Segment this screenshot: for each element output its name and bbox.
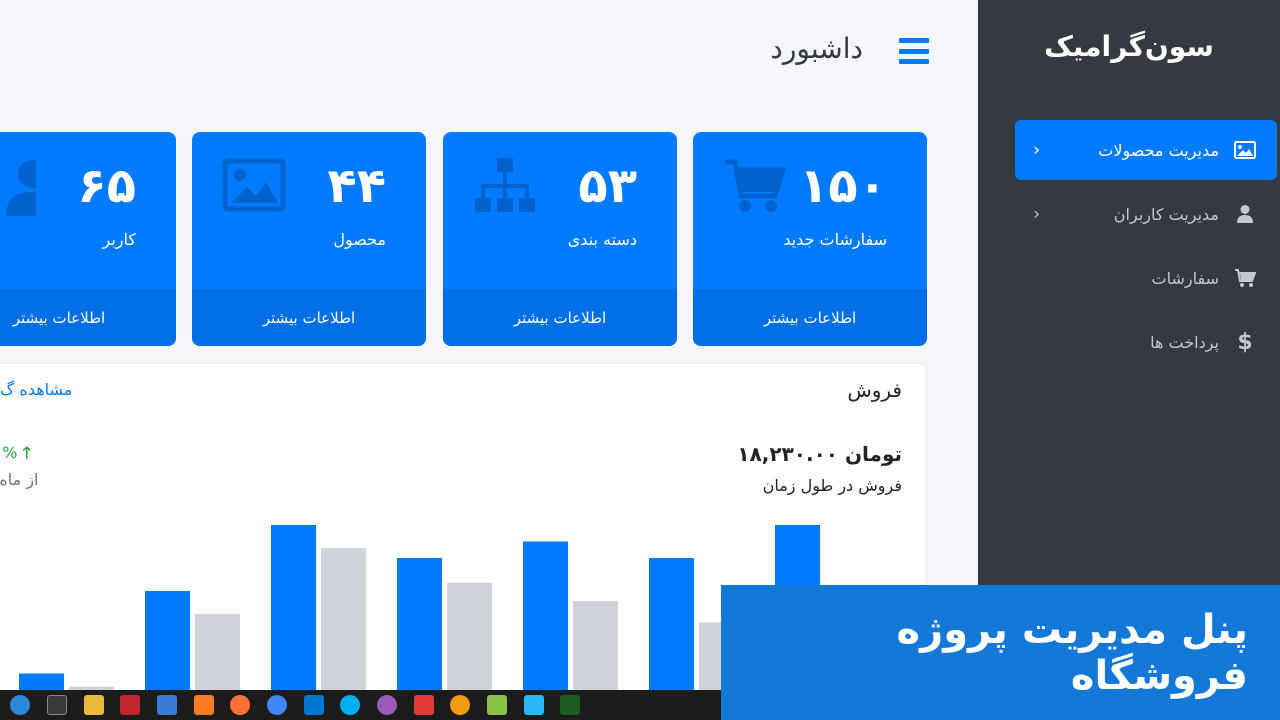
dollar-icon: $ (1237, 329, 1253, 355)
chart-bar (649, 558, 694, 690)
app-icon[interactable] (377, 695, 397, 715)
taskbar (0, 690, 721, 720)
chart-bar (321, 548, 366, 690)
chart-bar (271, 525, 316, 690)
hamburger-menu-icon[interactable] (899, 38, 929, 64)
terminal-icon[interactable] (47, 695, 67, 715)
chevron-left-icon: ‹ (1033, 203, 1041, 225)
chrome-icon[interactable] (267, 695, 287, 715)
stat-label: کاربر (102, 230, 137, 249)
user-icon (6, 160, 36, 216)
sidebar-item-users[interactable]: مدیریت کاربران ‹ (1015, 184, 1277, 244)
stat-box-categories: ۵۳ دسته بندی اطلاعات بیشتر (443, 132, 677, 346)
notepad-icon[interactable] (487, 695, 507, 715)
chart-bar (397, 558, 442, 690)
cart-icon (1233, 266, 1257, 290)
app-icon[interactable] (524, 695, 544, 715)
stat-label: دسته بندی (567, 230, 637, 249)
chart-bar (195, 614, 240, 690)
app-icon[interactable] (560, 695, 580, 715)
image-icon (222, 158, 286, 212)
stat-box-products: ۴۴ محصول اطلاعات بیشتر (192, 132, 426, 346)
folder-icon[interactable] (84, 695, 104, 715)
chart-bar (523, 541, 568, 690)
sidebar-item-payments[interactable]: $ پرداخت ها (1015, 312, 1277, 372)
more-info-link[interactable]: اطلاعات بیشتر (443, 289, 677, 346)
chevron-left-icon: ‹ (1033, 139, 1041, 161)
app-icon[interactable] (414, 695, 434, 715)
sidebar-item-products[interactable]: مدیریت محصولات ‹ (1015, 120, 1277, 180)
cart-icon (725, 159, 787, 212)
xampp-icon[interactable] (194, 695, 214, 715)
todo-icon[interactable] (157, 695, 177, 715)
sidebar-item-label: سفارشات (1151, 268, 1219, 288)
filezilla-icon[interactable] (120, 695, 140, 715)
stat-value: ۶۵ (77, 158, 136, 214)
stat-box-new-orders: ۱۵۰ سفارشات جدید اطلاعات بیشتر (693, 132, 927, 346)
promo-banner: پنل مدیریت پروژه فروشگاه (721, 585, 1280, 720)
sidebar-item-label: پرداخت ها (1150, 332, 1219, 352)
firefox-icon[interactable] (230, 695, 250, 715)
image-icon (1233, 138, 1257, 162)
user-icon (1233, 202, 1257, 226)
stat-value: ۱۵۰ (799, 158, 887, 214)
more-info-link[interactable]: اطلاعات بیشتر (0, 289, 176, 346)
more-info-link[interactable]: اطلاعات بیشتر (192, 289, 426, 346)
sidebar-item-label: مدیریت محصولات (1098, 140, 1219, 160)
chart-bar (447, 582, 492, 690)
skype-icon[interactable] (340, 695, 360, 715)
more-info-link[interactable]: اطلاعات بیشتر (693, 289, 927, 346)
chart-bar (573, 600, 618, 690)
stat-value: ۵۳ (578, 158, 637, 214)
search-app-icon[interactable] (450, 695, 470, 715)
sidebar-item-label: مدیریت کاربران (1113, 204, 1219, 224)
sidebar-item-orders[interactable]: سفارشات (1015, 248, 1277, 308)
vscode-icon[interactable] (304, 695, 324, 715)
stat-label: محصول (333, 230, 386, 249)
sitemap-icon (475, 158, 535, 212)
stat-label: سفارشات جدید (783, 230, 887, 249)
brand-logo[interactable]: سون‌گرامیک (978, 30, 1280, 63)
chart-bar (19, 673, 64, 690)
stat-box-users: ۶۵ کاربر اطلاعات بیشتر (0, 132, 176, 346)
page-title: داشبورد (770, 32, 863, 65)
chart-bar (145, 591, 190, 690)
edge-icon[interactable] (10, 695, 30, 715)
stat-value: ۴۴ (327, 158, 386, 214)
